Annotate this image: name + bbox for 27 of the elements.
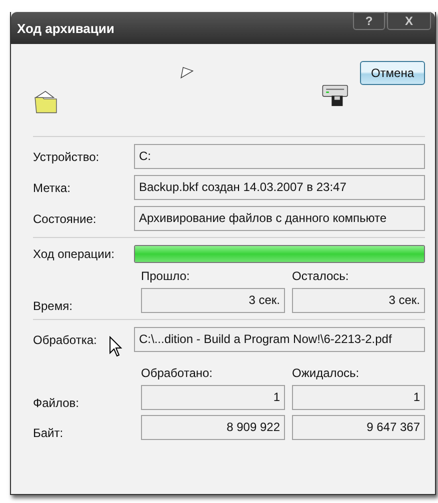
window-title: Ход архивации <box>17 20 114 36</box>
close-button[interactable]: X <box>387 12 431 30</box>
readonly-field: 3 сек. <box>292 288 425 313</box>
help-button[interactable]: ? <box>353 12 385 30</box>
readonly-field: 3 сек. <box>141 288 285 313</box>
field-label: Файлов: <box>33 396 80 410</box>
column-label: Прошло: <box>141 269 191 283</box>
field-label: Обработка: <box>33 332 98 346</box>
field-label: Ход операции: <box>33 247 116 261</box>
column-label: Ожидалось: <box>292 366 360 380</box>
readonly-field: C:\...dition - Build a Program Now!\6-2213-2.pdf <box>134 327 425 352</box>
readonly-field: Архивирование файлов с данного компьюте <box>134 206 425 231</box>
readonly-field: C: <box>134 144 425 169</box>
mouse-pointer-icon <box>109 336 123 358</box>
field-label: Время: <box>33 299 74 313</box>
field-label: Метка: <box>33 180 72 194</box>
cancel-button[interactable]: Отмена <box>360 61 425 85</box>
field-label: Байт: <box>33 426 64 440</box>
readonly-field: 1 <box>292 385 425 410</box>
readonly-field: Backup.bkf создан 14.03.2007 в 23:47 <box>134 175 425 200</box>
readonly-field: 1 <box>141 385 285 410</box>
field-label: Устройство: <box>33 150 100 164</box>
readonly-field: 9 647 367 <box>292 415 425 440</box>
column-label: Обработано: <box>141 366 214 380</box>
field-label: Состояние: <box>33 212 98 226</box>
readonly-field: 8 909 922 <box>141 415 285 440</box>
column-label: Осталось: <box>292 269 350 283</box>
